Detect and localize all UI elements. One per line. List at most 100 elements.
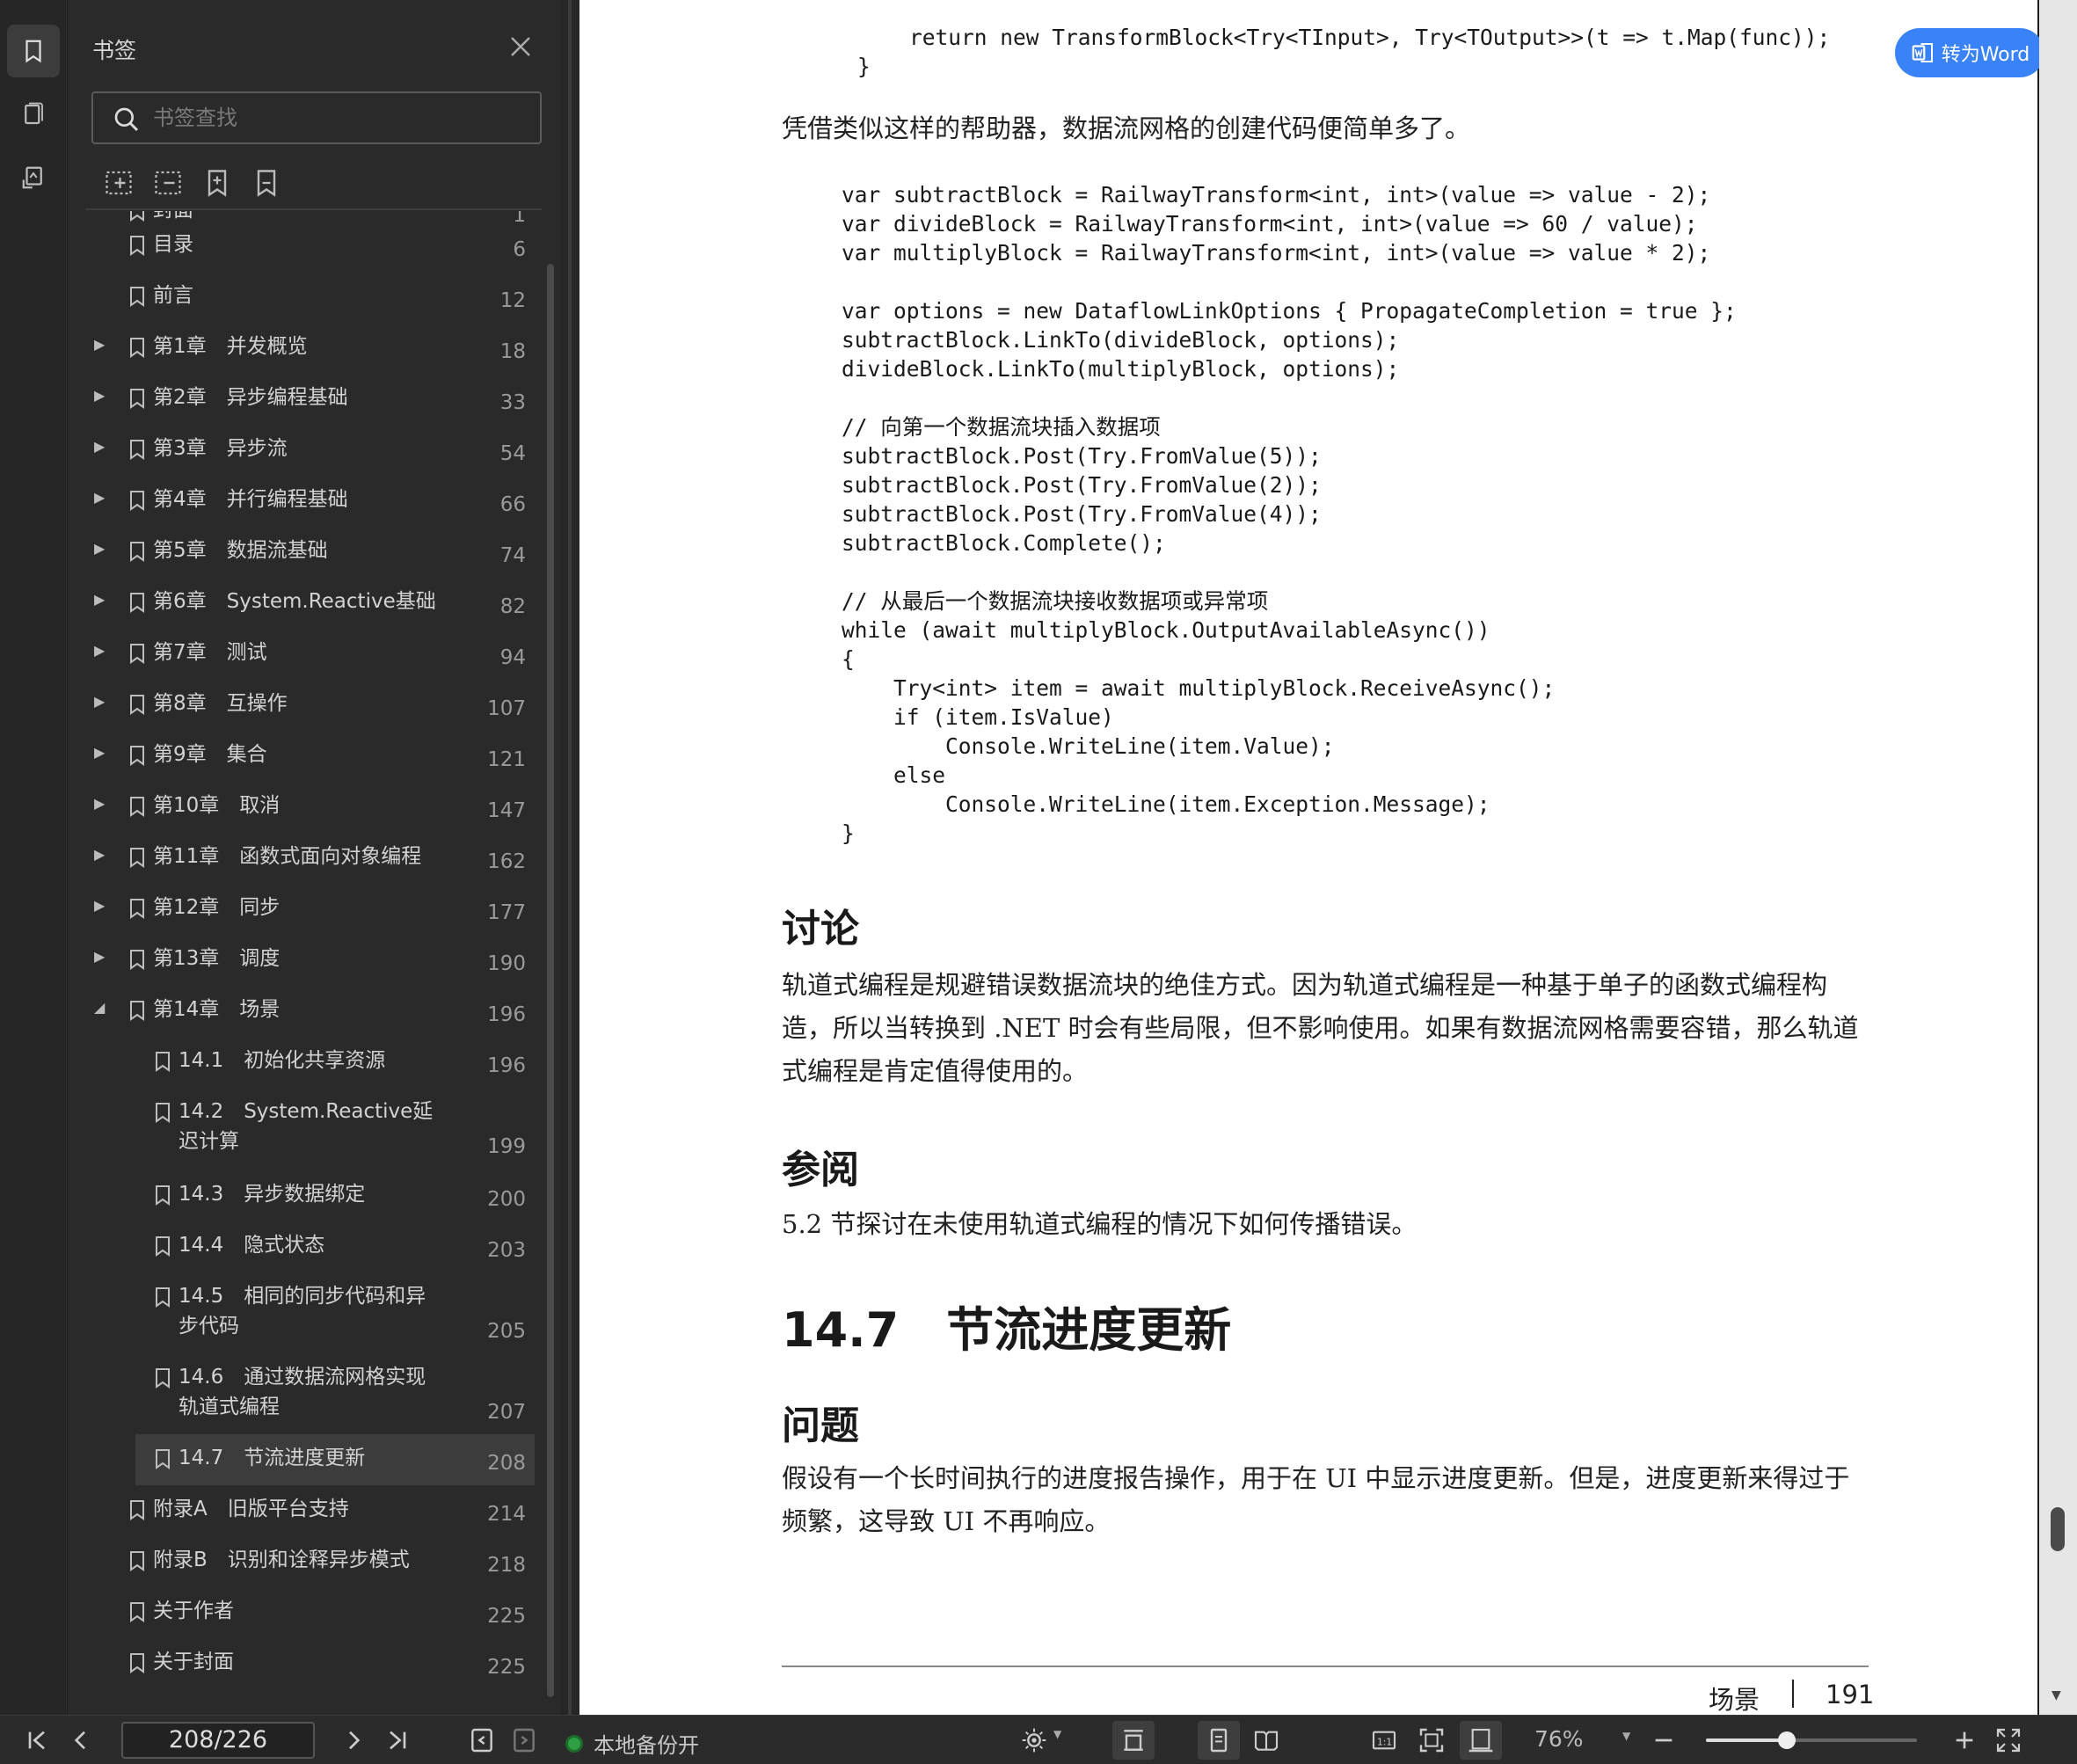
expand-arrow-icon[interactable]: ▶ — [94, 591, 105, 608]
eye-dropdown-arrow-icon[interactable]: ▼ — [1053, 1728, 1061, 1740]
code-line: subtractBlock.Post(Try.FromValue(4)); — [842, 501, 1322, 527]
bookmark-settings-button[interactable] — [251, 167, 282, 199]
last-page-button[interactable] — [383, 1726, 412, 1754]
actual-size-button[interactable]: 1:1 — [1370, 1726, 1398, 1754]
bookmark-item[interactable]: ▶ 第6章 System.Reactive基础 82 — [81, 578, 535, 629]
bookmark-item[interactable]: ▶ 第3章 异步流 54 — [81, 425, 535, 476]
fit-page-icon — [1419, 1728, 1444, 1753]
expand-arrow-icon[interactable]: ▶ — [94, 336, 105, 353]
bookmark-page-number: 208 — [487, 1452, 526, 1475]
bookmark-label: 第9章 集合 — [153, 743, 267, 766]
bookmark-item[interactable]: ▶ 第2章 异步编程基础 33 — [81, 374, 535, 425]
code-line: Console.WriteLine(item.Value); — [842, 733, 1335, 759]
back-button[interactable] — [468, 1726, 496, 1754]
bookmark-page-number: 66 — [499, 493, 526, 516]
next-page-button[interactable] — [339, 1726, 368, 1754]
document-scrollbar[interactable]: ▼ — [2039, 0, 2077, 1715]
bookmark-scrollbar[interactable] — [547, 264, 554, 1697]
bookmark-item[interactable]: 14.1 初始化共享资源 196 — [81, 1037, 535, 1088]
expand-arrow-icon[interactable]: ▶ — [94, 846, 105, 863]
scroll-down-arrow-icon[interactable]: ▼ — [2051, 1688, 2061, 1702]
bookmark-item[interactable]: ▶ 第11章 函数式面向对象编程 162 — [81, 833, 535, 884]
expand-arrow-icon[interactable]: ▶ — [94, 642, 105, 659]
zoom-level[interactable]: 76% — [1534, 1726, 1584, 1752]
zoom-in-button[interactable] — [1950, 1726, 1979, 1754]
bookmark-page-number: 205 — [487, 1320, 526, 1343]
bookmark-search-input[interactable] — [153, 100, 522, 135]
bookmark-item[interactable]: ▶ 第12章 同步 177 — [81, 884, 535, 935]
bookmark-item[interactable]: 14.6 通过数据流网格实现 轨道式编程 207 — [81, 1353, 535, 1432]
code-line: } — [842, 820, 855, 846]
fit-width-button[interactable] — [1460, 1721, 1502, 1760]
bookmark-item[interactable]: ▶ 第7章 测试 94 — [81, 629, 535, 680]
bookmark-icon — [130, 899, 144, 919]
close-icon[interactable] — [507, 33, 534, 60]
collapse-arrow-icon[interactable]: ◢ — [94, 999, 105, 1016]
code-line: var subtractBlock = RailwayTransform<int… — [842, 182, 1711, 208]
expand-arrow-icon[interactable]: ▶ — [94, 489, 105, 506]
bookmark-item[interactable]: 关于作者 225 — [81, 1587, 535, 1638]
last-page-icon — [390, 1731, 406, 1750]
previous-page-button[interactable] — [67, 1726, 95, 1754]
annotation-tab-button[interactable] — [7, 151, 60, 204]
bookmark-item[interactable]: ▶ 第5章 数据流基础 74 — [81, 527, 535, 578]
bookmark-item[interactable]: 附录A 旧版平台支持 214 — [81, 1485, 535, 1536]
collapse-all-button[interactable] — [152, 167, 184, 199]
expand-arrow-icon[interactable]: ▶ — [94, 540, 105, 557]
convert-to-word-button[interactable]: 转为Word — [1895, 28, 2044, 77]
search-icon — [114, 107, 139, 132]
bookmark-icon — [156, 1368, 170, 1389]
bookmark-item[interactable]: ▶ 第13章 调度 190 — [81, 935, 535, 986]
bookmark-item[interactable]: 附录B 识别和诠释异步模式 218 — [81, 1536, 535, 1587]
zoom-out-button[interactable] — [1650, 1726, 1678, 1754]
code-block-1: return new TransformBlock<Try<TInput>, T… — [857, 23, 1830, 81]
thumbnail-tab-button[interactable] — [7, 88, 60, 141]
footer-page-number: 191 — [1826, 1680, 1875, 1709]
bookmark-item[interactable]: 14.2 System.Reactive延 迟计算 199 — [81, 1088, 535, 1167]
document-scroll-thumb[interactable] — [2051, 1507, 2065, 1551]
bookmark-item[interactable]: 14.4 隐式状态 203 — [81, 1221, 535, 1272]
first-page-button[interactable] — [23, 1726, 51, 1754]
expand-arrow-icon[interactable]: ▶ — [94, 897, 105, 914]
bookmark-page-number: 18 — [499, 340, 526, 363]
bookmark-item[interactable]: 14.3 异步数据绑定 200 — [81, 1170, 535, 1221]
add-bookmark-button[interactable] — [201, 167, 233, 199]
bookmark-tab-button[interactable] — [7, 25, 60, 77]
page-thumbnail-icon — [25, 102, 43, 125]
fullscreen-icon — [1996, 1728, 2021, 1753]
bookmark-item[interactable]: 目录 6 — [81, 221, 535, 272]
local-backup-toggle[interactable]: 本地备份开 — [565, 1728, 699, 1759]
expand-arrow-icon[interactable]: ▶ — [94, 744, 105, 761]
expand-arrow-icon[interactable]: ▶ — [94, 948, 105, 965]
expand-arrow-icon[interactable]: ▶ — [94, 438, 105, 455]
bookmark-item[interactable]: ▶ 第4章 并行编程基础 66 — [81, 476, 535, 527]
code-line: while (await multiplyBlock.OutputAvailab… — [842, 617, 1490, 643]
bookmark-item[interactable]: 14.5 相同的同步代码和异 步代码 205 — [81, 1272, 535, 1352]
bookmark-page-number: 225 — [487, 1656, 526, 1679]
bookmark-label: 第2章 异步编程基础 — [153, 386, 348, 409]
expand-arrow-icon[interactable]: ▶ — [94, 387, 105, 404]
forward-button[interactable] — [510, 1726, 538, 1754]
bookmark-item[interactable]: ▶ 第8章 互操作 107 — [81, 680, 535, 731]
fullscreen-button[interactable] — [1994, 1726, 2022, 1754]
eye-protection-button[interactable] — [1020, 1726, 1048, 1754]
bookmark-item[interactable]: 关于封面 225 — [81, 1638, 535, 1689]
zoom-dropdown-arrow-icon[interactable]: ▼ — [1622, 1730, 1630, 1742]
bookmark-item[interactable]: ▶ 第10章 取消 147 — [81, 782, 535, 833]
bookmark-item[interactable]: ▶ 第1章 并发概览 18 — [81, 323, 535, 374]
code-line: Console.WriteLine(item.Exception.Message… — [842, 791, 1490, 817]
expand-arrow-icon[interactable]: ▶ — [94, 693, 105, 710]
single-page-button[interactable] — [1198, 1721, 1240, 1760]
bookmark-item[interactable]: ◢ 第14章 场景 196 — [81, 986, 535, 1037]
fit-page-button[interactable] — [1417, 1726, 1446, 1754]
bookmark-item[interactable]: ▶ 第9章 集合 121 — [81, 731, 535, 782]
expand-all-button[interactable] — [103, 167, 135, 199]
bookmark-item[interactable]: 前言 12 — [81, 272, 535, 323]
zoom-slider-knob[interactable] — [1778, 1731, 1796, 1749]
bookmark-item[interactable]: 14.7 节流进度更新 208 — [135, 1434, 535, 1485]
double-page-button[interactable] — [1245, 1721, 1287, 1760]
page-number-input[interactable]: 208/226 — [121, 1722, 315, 1759]
expand-arrow-icon[interactable]: ▶ — [94, 795, 105, 812]
single-page-continuous-button[interactable] — [1112, 1721, 1155, 1760]
panel-resize-handle[interactable] — [560, 0, 579, 1715]
